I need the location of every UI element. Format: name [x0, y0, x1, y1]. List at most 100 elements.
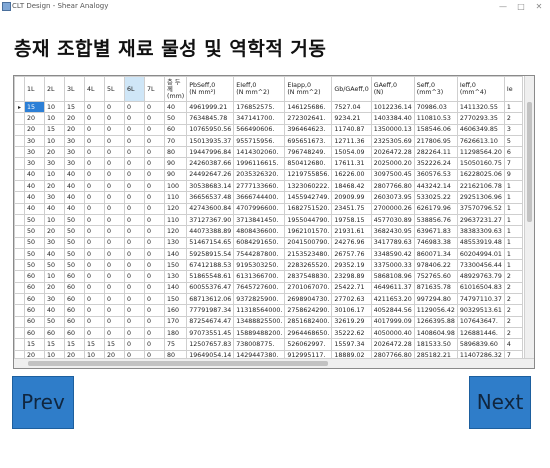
table-cell[interactable]: 6 — [503, 146, 523, 159]
table-cell[interactable]: 60 — [163, 123, 188, 136]
table-cell[interactable]: 0 — [104, 281, 125, 295]
table-cell[interactable]: 150 — [163, 293, 188, 306]
close-button[interactable]: ✕ — [530, 0, 548, 13]
table-cell[interactable]: 0 — [144, 326, 165, 340]
prev-button[interactable]: Prev — [12, 376, 74, 429]
column-header[interactable]: 6L — [124, 76, 145, 102]
table-cell[interactable]: 30 — [24, 146, 45, 159]
table-cell[interactable]: 75 — [163, 338, 188, 351]
table-cell[interactable]: 533025.22 — [413, 191, 458, 204]
row-header[interactable] — [14, 225, 25, 238]
table-cell[interactable]: 7527.04 — [331, 100, 372, 114]
table-cell[interactable]: 0 — [124, 293, 145, 306]
table-cell[interactable]: 50 — [24, 236, 45, 249]
table-cell[interactable]: 90 — [163, 157, 188, 170]
table-cell[interactable]: 60 — [64, 315, 85, 328]
table-cell[interactable]: 0 — [144, 202, 165, 215]
table-cell[interactable]: 11298564.20 — [456, 146, 505, 159]
table-cell[interactable]: 42743600.84 — [186, 202, 235, 215]
table-cell[interactable]: 955715956. — [233, 134, 286, 148]
table-cell[interactable]: 25422.71 — [331, 281, 372, 295]
table-cell[interactable]: 5868108.96 — [370, 270, 415, 283]
table-cell[interactable]: 0 — [104, 112, 125, 125]
table-cell[interactable]: 15054.09 — [331, 146, 372, 159]
table-cell[interactable]: 60055376.47 — [186, 281, 235, 295]
table-cell[interactable]: 15597.34 — [331, 338, 372, 351]
table-cell[interactable]: 0 — [84, 259, 105, 272]
table-cell[interactable]: 50 — [24, 225, 45, 238]
table-cell[interactable]: 61016504.83 — [456, 281, 505, 295]
column-header[interactable]: EIeff,0 (N mm^2) — [233, 76, 286, 102]
table-cell[interactable]: 120 — [163, 202, 188, 215]
row-header[interactable] — [14, 157, 25, 170]
table-cell[interactable]: 4211653.20 — [370, 293, 415, 306]
table-cell[interactable]: 1403384.40 — [370, 112, 415, 125]
table-cell[interactable]: 0 — [104, 157, 125, 170]
table-cell[interactable]: 0 — [124, 259, 145, 272]
table-cell[interactable]: 0 — [144, 157, 165, 170]
column-header[interactable]: GAeff,0 (N) — [370, 76, 415, 102]
table-cell[interactable]: 20909.99 — [331, 191, 372, 204]
table-cell[interactable]: 2 — [503, 293, 523, 306]
table-cell[interactable]: 2041500790. — [284, 236, 333, 249]
table-cell[interactable]: 50 — [163, 112, 188, 125]
table-cell[interactable]: 80 — [163, 146, 188, 159]
table-cell[interactable]: 0 — [124, 326, 145, 340]
table-cell[interactable]: 38383309.63 — [456, 225, 505, 238]
table-cell[interactable]: 2035326320. — [233, 168, 286, 182]
table-cell[interactable]: 17611.31 — [331, 157, 372, 170]
table-cell[interactable]: 0 — [104, 225, 125, 238]
table-cell[interactable]: 1 — [503, 259, 523, 272]
table-cell[interactable]: 70 — [163, 134, 188, 148]
table-row[interactable]: 40 10 40 0 0 0 0 90 24492647.26 2035326320. 121975… — [14, 168, 523, 182]
table-cell[interactable]: 11740.87 — [331, 123, 372, 136]
table-cell[interactable]: 0 — [144, 281, 165, 295]
data-grid[interactable]: 1L 2L 3L 4L 5L 6L 7L 층 두께 (mm) PbSeff,0 (N mm²) E… — [13, 75, 535, 369]
table-cell[interactable]: 36656537.48 — [186, 191, 235, 204]
row-header[interactable] — [14, 168, 25, 182]
table-cell[interactable]: 24260387.66 — [186, 157, 235, 170]
table-cell[interactable]: 9 — [503, 168, 523, 182]
table-cell[interactable]: 0 — [124, 236, 145, 249]
table-cell[interactable]: 16226.00 — [331, 168, 372, 182]
table-cell[interactable]: 0 — [124, 202, 145, 215]
table-cell[interactable]: 0 — [84, 281, 105, 295]
table-cell[interactable]: 0 — [124, 168, 145, 182]
column-header[interactable]: Gb/GAeff,0 — [331, 76, 372, 102]
row-header[interactable] — [14, 259, 25, 272]
row-header[interactable] — [14, 146, 25, 159]
table-cell[interactable]: 29251306.96 — [456, 191, 505, 204]
table-row[interactable]: 50 20 50 0 0 0 0 120 44073388.89 4808436600. 19621… — [14, 225, 523, 238]
table-cell[interactable]: 4052844.56 — [370, 304, 415, 317]
row-header[interactable] — [14, 326, 25, 340]
table-cell[interactable]: 0 — [124, 157, 145, 170]
table-cell[interactable]: 110810.53 — [413, 112, 458, 125]
table-cell[interactable]: 40 — [64, 168, 85, 182]
table-cell[interactable]: 60 — [24, 315, 45, 328]
table-cell[interactable]: 77791987.34 — [186, 304, 235, 317]
table-cell[interactable]: 176852575. — [233, 100, 286, 114]
table-cell[interactable]: 30 — [44, 236, 65, 249]
table-cell[interactable]: 50 — [24, 259, 45, 272]
table-cell[interactable]: 2 — [503, 315, 523, 328]
table-cell[interactable]: 1955044790. — [284, 213, 333, 227]
table-cell[interactable]: 60 — [24, 293, 45, 306]
table-cell[interactable]: 1012236.14 — [370, 100, 415, 114]
table-cell[interactable]: 20 — [24, 112, 45, 125]
row-header[interactable] — [14, 304, 25, 317]
table-cell[interactable]: 282264.11 — [413, 146, 458, 159]
table-cell[interactable]: 0 — [104, 315, 125, 328]
table-cell[interactable]: 3375000.33 — [370, 259, 415, 272]
table-cell[interactable]: 24276.96 — [331, 236, 372, 249]
table-cell[interactable]: 10 — [44, 100, 65, 114]
table-cell[interactable]: 60 — [24, 270, 45, 283]
column-header[interactable]: 1L — [24, 76, 45, 102]
table-cell[interactable]: 2851682400. — [284, 315, 333, 328]
table-cell[interactable]: 347141700. — [233, 112, 286, 125]
table-cell[interactable]: 1129056.42 — [413, 304, 458, 317]
table-cell[interactable]: 0 — [144, 315, 165, 328]
table-cell[interactable]: 15013935.37 — [186, 134, 235, 148]
table-cell[interactable]: 130 — [163, 270, 188, 283]
table-cell[interactable]: 29637231.27 — [456, 213, 505, 227]
row-header[interactable]: ▸ — [14, 100, 25, 114]
